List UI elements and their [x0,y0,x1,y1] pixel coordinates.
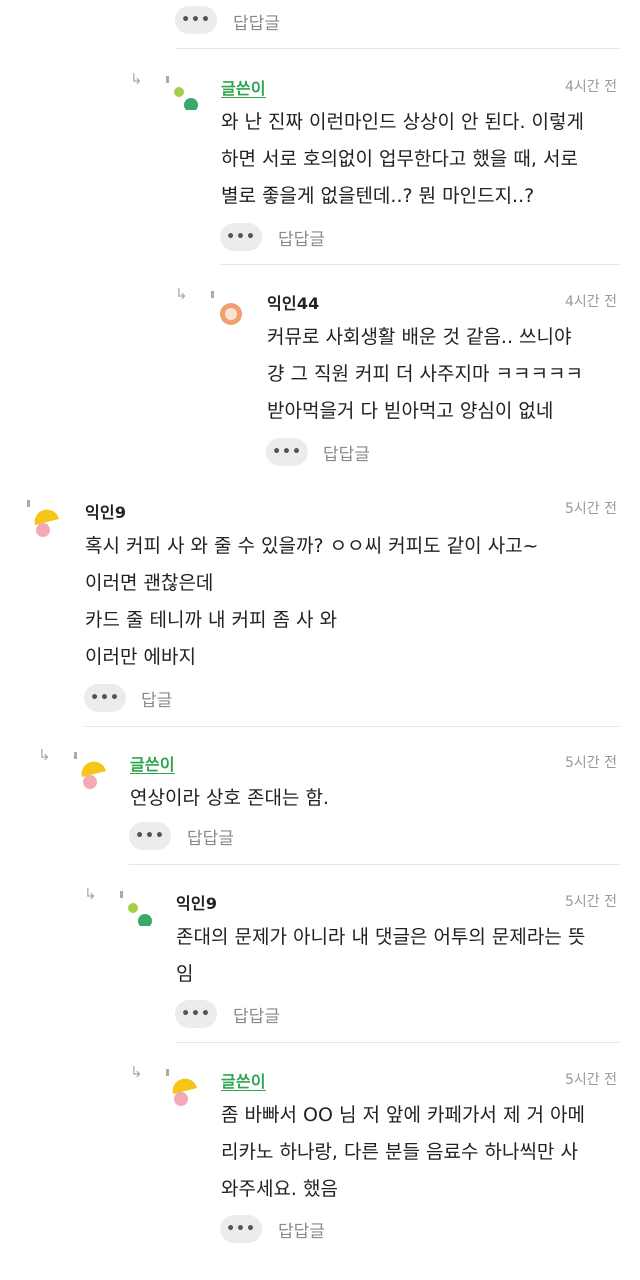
reply-arrow-icon: ↳ [130,70,143,88]
reply-button[interactable]: 답답글 [233,9,280,34]
reply-arrow-icon: ↳ [38,746,51,764]
comment-text-line: 혹시 커피 사 와 줄 수 있을까? ㅇㅇ씨 커피도 같이 사고~ [85,535,539,557]
more-dots-icon: ••• [181,12,211,28]
tick-mark [74,752,77,759]
comment-text-line: 와 난 진짜 이런마인드 상상이 안 된다. 이렇게 [221,111,584,133]
comment-text-line: 존대의 문제가 아니라 내 댓글은 어투의 문제라는 뜻 [176,926,586,948]
divider [175,48,620,49]
comment-text-line: 커뮤로 사회생활 배운 것 같음.. 쓰니야 [267,326,572,348]
more-dots-icon: ••• [90,690,120,706]
comment-time: 5시간 전 [565,501,617,517]
tick-mark [166,76,169,83]
more-dots-icon: ••• [181,1006,211,1022]
comment-text-line: 리카노 하나랑, 다른 분들 음료수 하나씩만 사 [221,1141,578,1163]
comment-author[interactable]: 글쓴이 [130,751,175,775]
comment-author[interactable]: 익인44 [267,290,320,314]
more-options-button[interactable]: ••• [266,438,308,466]
avatar[interactable] [124,896,154,926]
reply-button[interactable]: 답글 [141,686,172,711]
comment-text-line: 이러만 에바지 [85,646,196,668]
comment-time: 5시간 전 [565,894,617,910]
more-dots-icon: ••• [135,828,165,844]
comment-text-line: 와주세요. 했음 [221,1178,338,1200]
comment-text-line: 이러면 괜찮은데 [85,572,214,594]
tick-mark [211,291,214,298]
avatar[interactable] [170,1077,200,1107]
comment-text-line: 카드 줄 테니까 내 커피 좀 사 와 [85,609,338,631]
reply-button[interactable]: 답답글 [187,824,234,849]
more-options-button[interactable]: ••• [129,822,171,850]
comment-author[interactable]: 글쓴이 [221,75,266,99]
avatar[interactable] [216,298,246,328]
avatar[interactable] [32,508,62,538]
more-dots-icon: ••• [226,229,256,245]
tick-mark [120,891,123,898]
comment-time: 4시간 전 [565,294,617,310]
comment-text-line: 연상이라 상호 존대는 함. [130,787,329,809]
reply-button[interactable]: 답답글 [278,225,325,250]
reply-button[interactable]: 답답글 [323,440,370,465]
more-dots-icon: ••• [226,1221,256,1237]
divider [220,264,620,265]
avatar[interactable] [79,760,109,790]
comment-text-line: 임 [176,963,194,985]
comment-time: 4시간 전 [565,79,617,95]
more-options-button[interactable]: ••• [175,1000,217,1028]
comment-text-line: 받아먹을거 다 빋아먹고 양심이 없네 [267,400,554,422]
reply-button[interactable]: 답답글 [278,1217,325,1242]
comment-text-line: 하면 서로 호의없이 업무한다고 했을 때, 서로 [221,148,578,170]
divider [175,1042,620,1043]
comment-text-line: 별로 좋을게 없을텐데..? 뭔 마인드지..? [221,185,535,207]
reply-arrow-icon: ↳ [84,885,97,903]
divider [129,864,620,865]
comment-author[interactable]: 글쓴이 [221,1068,266,1092]
comment-author[interactable]: 익인9 [85,499,126,523]
more-options-button[interactable]: ••• [175,6,217,34]
tick-mark [27,500,30,507]
reply-button[interactable]: 답답글 [233,1002,280,1027]
tick-mark [166,1069,169,1076]
comment-text-line: 좀 바빠서 OO 님 저 앞에 카페가서 제 거 아메 [221,1104,585,1126]
more-options-button[interactable]: ••• [220,223,262,251]
avatar[interactable] [170,80,200,110]
comment-time: 5시간 전 [565,1072,617,1088]
reply-arrow-icon: ↳ [175,285,188,303]
more-options-button[interactable]: ••• [84,684,126,712]
reply-arrow-icon: ↳ [130,1063,143,1081]
comment-author[interactable]: 익인9 [176,890,217,914]
more-options-button[interactable]: ••• [220,1215,262,1243]
divider [84,726,620,727]
comment-time: 5시간 전 [565,755,617,771]
more-dots-icon: ••• [272,444,302,460]
comment-text-line: 걍 그 직원 커피 더 사주지마 ㅋㅋㅋㅋㅋ [267,363,583,385]
